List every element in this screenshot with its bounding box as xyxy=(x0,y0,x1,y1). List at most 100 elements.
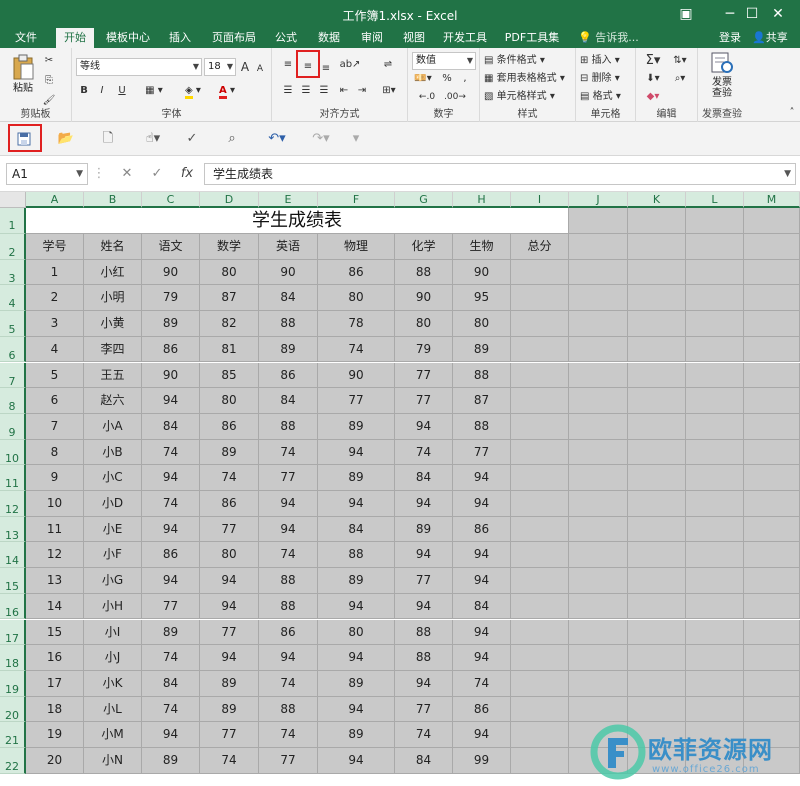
confirm-entry-icon[interactable]: ✓ xyxy=(146,163,168,185)
row-header-16[interactable]: 16 xyxy=(0,593,26,620)
data-cell[interactable]: 20 xyxy=(26,748,84,774)
row-header-4[interactable]: 4 xyxy=(0,285,26,312)
header-cell[interactable]: 学号 xyxy=(26,234,84,260)
cell[interactable] xyxy=(628,413,686,440)
decrease-indent-icon[interactable]: ⇤ xyxy=(336,82,352,100)
cell[interactable] xyxy=(569,362,628,389)
data-cell[interactable]: 17 xyxy=(26,670,84,697)
cell[interactable] xyxy=(511,336,569,363)
data-cell[interactable]: 94 xyxy=(453,542,511,569)
row-header-6[interactable]: 6 xyxy=(0,336,26,363)
cell[interactable] xyxy=(744,516,800,543)
data-cell[interactable]: 5 xyxy=(26,362,84,389)
font-color-icon[interactable]: A ▾ xyxy=(212,82,242,100)
cell[interactable] xyxy=(628,336,686,363)
cell[interactable] xyxy=(744,670,800,697)
data-cell[interactable]: 89 xyxy=(318,722,395,748)
cell[interactable] xyxy=(511,593,569,620)
data-cell[interactable]: 9 xyxy=(26,465,84,491)
data-cell[interactable]: 小B xyxy=(84,439,142,466)
tab-2[interactable]: 模板中心 xyxy=(100,28,156,48)
header-cell[interactable]: 化学 xyxy=(395,234,453,260)
cell[interactable] xyxy=(686,311,744,337)
data-cell[interactable]: 86 xyxy=(200,491,259,517)
cell[interactable] xyxy=(744,465,800,491)
cell[interactable] xyxy=(569,311,628,337)
find-select-icon[interactable]: ⌕▾ xyxy=(668,70,692,88)
comma-button[interactable]: , xyxy=(458,70,472,88)
data-cell[interactable]: 13 xyxy=(26,568,84,594)
tab-8[interactable]: 视图 xyxy=(396,28,432,48)
row-header-10[interactable]: 10 xyxy=(0,439,26,466)
data-cell[interactable]: 74 xyxy=(453,670,511,697)
cell[interactable] xyxy=(628,670,686,697)
data-cell[interactable]: 94 xyxy=(318,439,395,466)
data-cell[interactable]: 89 xyxy=(259,336,318,363)
cell[interactable] xyxy=(511,516,569,543)
data-cell[interactable]: 14 xyxy=(26,593,84,620)
cell[interactable] xyxy=(686,439,744,466)
data-cell[interactable]: 94 xyxy=(142,568,200,594)
copy-icon[interactable]: ⎘ xyxy=(42,72,56,90)
data-cell[interactable]: 77 xyxy=(200,619,259,646)
data-cell[interactable]: 90 xyxy=(453,259,511,286)
cell[interactable] xyxy=(628,465,686,491)
cell[interactable] xyxy=(511,670,569,697)
row-header-12[interactable]: 12 xyxy=(0,491,26,517)
select-all-corner[interactable] xyxy=(0,192,26,208)
data-cell[interactable]: 74 xyxy=(200,748,259,774)
cancel-entry-icon[interactable]: ✕ xyxy=(116,163,138,185)
data-cell[interactable]: 90 xyxy=(259,259,318,286)
cell[interactable] xyxy=(511,568,569,594)
data-cell[interactable]: 94 xyxy=(142,388,200,414)
data-cell[interactable]: 小明 xyxy=(84,285,142,312)
cell[interactable] xyxy=(628,516,686,543)
data-cell[interactable]: 小N xyxy=(84,748,142,774)
data-cell[interactable]: 89 xyxy=(318,670,395,697)
cell[interactable] xyxy=(744,542,800,569)
data-cell[interactable]: 小I xyxy=(84,619,142,646)
cell[interactable] xyxy=(628,593,686,620)
data-cell[interactable]: 84 xyxy=(142,670,200,697)
data-cell[interactable]: 8 xyxy=(26,439,84,466)
tab-0[interactable]: 文件 xyxy=(8,28,44,48)
cell[interactable] xyxy=(744,362,800,389)
touch-mode-icon[interactable]: ☝▾ xyxy=(140,128,166,150)
increase-decimal-icon[interactable]: ←.0 xyxy=(416,88,438,106)
data-cell[interactable]: 86 xyxy=(142,336,200,363)
data-cell[interactable]: 86 xyxy=(453,516,511,543)
insert-cells-button[interactable]: ⊞ 插入 ▾ xyxy=(580,52,634,70)
row-header-15[interactable]: 15 xyxy=(0,568,26,594)
data-cell[interactable]: 84 xyxy=(318,516,395,543)
cell[interactable] xyxy=(686,568,744,594)
data-cell[interactable]: 94 xyxy=(200,568,259,594)
cell[interactable] xyxy=(569,670,628,697)
data-cell[interactable]: 小C xyxy=(84,465,142,491)
col-header-B[interactable]: B xyxy=(84,192,142,208)
col-header-C[interactable]: C xyxy=(142,192,200,208)
data-cell[interactable]: 94 xyxy=(142,516,200,543)
align-center-icon[interactable]: ☰ xyxy=(298,82,314,100)
tab-1[interactable]: 开始 xyxy=(56,28,94,48)
cell[interactable] xyxy=(569,234,628,260)
fill-color-icon[interactable]: ◈ ▾ xyxy=(178,82,208,100)
data-cell[interactable]: 90 xyxy=(395,285,453,312)
cell[interactable] xyxy=(628,542,686,569)
font-shrink-button[interactable]: A xyxy=(254,60,266,78)
currency-icon[interactable]: 💴▾ xyxy=(412,70,434,88)
data-cell[interactable]: 77 xyxy=(453,439,511,466)
data-cell[interactable]: 94 xyxy=(453,568,511,594)
cell[interactable] xyxy=(744,696,800,723)
data-cell[interactable]: 87 xyxy=(200,285,259,312)
data-cell[interactable]: 88 xyxy=(453,413,511,440)
increase-indent-icon[interactable]: ⇥ xyxy=(354,82,370,100)
cell[interactable] xyxy=(686,645,744,671)
data-cell[interactable]: 77 xyxy=(395,362,453,389)
data-cell[interactable]: 94 xyxy=(395,593,453,620)
data-cell[interactable]: 89 xyxy=(142,619,200,646)
cell[interactable] xyxy=(511,362,569,389)
row-header-19[interactable]: 19 xyxy=(0,670,26,697)
cell[interactable] xyxy=(628,311,686,337)
data-cell[interactable]: 85 xyxy=(200,362,259,389)
format-as-table-button[interactable]: ▦ 套用表格格式 ▾ xyxy=(484,70,572,88)
